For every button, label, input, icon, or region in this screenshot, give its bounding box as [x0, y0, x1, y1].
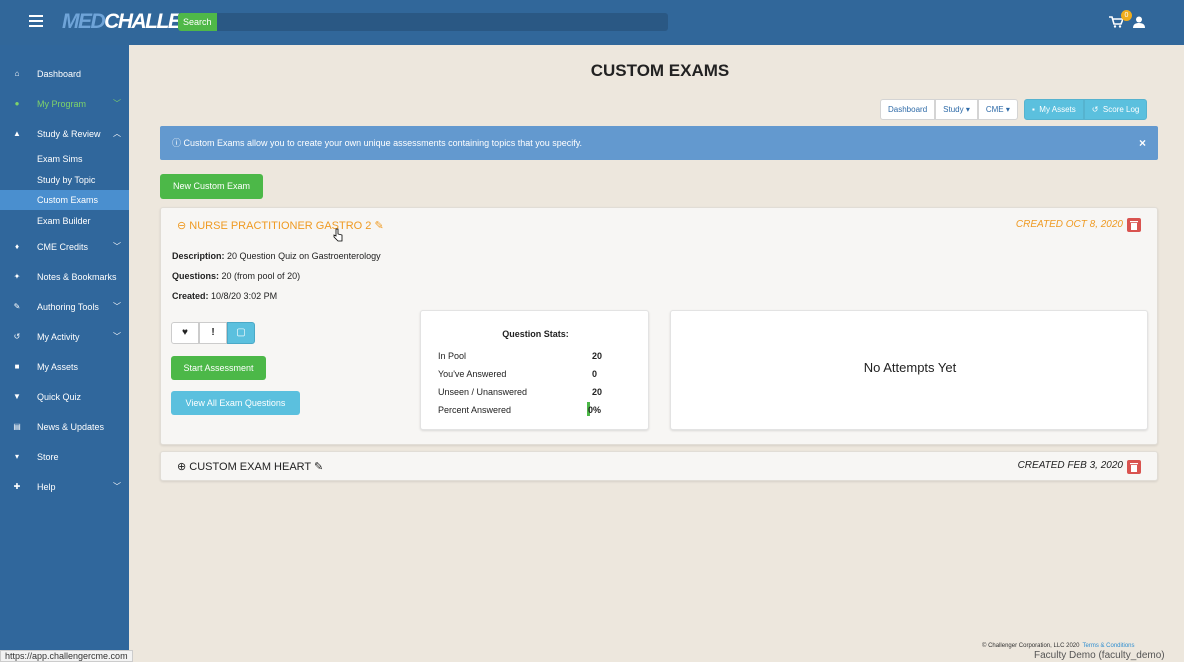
exam-description: Description: 20 Question Quiz on Gastroe…: [172, 251, 381, 261]
cart-count-badge: 0: [1121, 10, 1132, 21]
stat-value: 0: [592, 369, 598, 379]
sidebar-subitem-exam-builder[interactable]: Exam Builder: [0, 211, 129, 231]
sidebar-item-authoring-tools[interactable]: ✎ Authoring Tools ﹀: [0, 297, 129, 317]
book-icon: ■: [14, 362, 20, 371]
history-icon: ↺: [1091, 105, 1099, 114]
user-icon[interactable]: [1133, 16, 1145, 28]
created-date: CREATED OCT 8, 2020: [1015, 219, 1123, 230]
terms-link[interactable]: Terms & Conditions: [1082, 643, 1134, 649]
sidebar-item-cme-credits[interactable]: ♦ CME Credits ﹀: [0, 237, 129, 257]
stat-value: 20: [592, 387, 603, 397]
sidebar-item-my-activity[interactable]: ↺ My Activity ﹀: [0, 327, 129, 347]
trophy-icon: ▼: [13, 392, 21, 401]
heart-icon: ♥: [182, 327, 188, 338]
exam-title-toggle[interactable]: ⊕ CUSTOM EXAM HEART ✎: [177, 460, 323, 473]
exam-title-toggle[interactable]: ⊖ NURSE PRACTITIONER GASTRO 2 ✎: [177, 219, 384, 232]
sidebar-item-study-review[interactable]: ▲ Study & Review ︿: [0, 124, 129, 144]
page-title: CUSTOM EXAMS: [590, 61, 730, 80]
chevron-down-icon: ﹀: [113, 302, 121, 311]
trash-icon[interactable]: [1127, 460, 1141, 474]
attempts-panel: No Attempts Yet: [670, 310, 1148, 430]
note-button[interactable]: ▢: [227, 322, 255, 344]
menu-icon[interactable]: [29, 15, 43, 27]
stats-title: Question Stats:: [502, 329, 569, 339]
stat-label: Percent Answered: [438, 405, 512, 415]
cme-dropdown[interactable]: CME ▾: [977, 99, 1018, 120]
status-url: https://app.challengercme.com: [0, 650, 133, 662]
plus-circle-icon: ⊕: [177, 461, 187, 473]
ambulance-icon: ✚: [13, 482, 21, 491]
pin-icon: ✦: [13, 272, 21, 281]
stat-label: You've Answered: [438, 369, 507, 379]
favorite-button[interactable]: ♥: [171, 322, 199, 344]
dashboard-button[interactable]: Dashboard: [880, 99, 936, 120]
search-input[interactable]: [178, 13, 668, 31]
trash-icon[interactable]: [1127, 218, 1141, 232]
chevron-down-icon: ﹀: [113, 332, 121, 341]
sidebar-item-store[interactable]: ▾ Store: [0, 447, 129, 467]
book-icon: ▪: [1032, 105, 1035, 114]
users-icon: ●: [14, 99, 20, 108]
start-assessment-button[interactable]: Start Assessment: [171, 356, 266, 380]
edit-icon: ✎: [13, 302, 21, 311]
created-date: CREATED FEB 3, 2020: [1017, 460, 1123, 471]
sidebar-item-dashboard[interactable]: ⌂ Dashboard: [0, 64, 129, 84]
sidebar-subitem-custom-exams[interactable]: Custom Exams: [0, 190, 129, 210]
exam-questions: Questions: 20 (from pool of 20): [172, 271, 301, 281]
hand-cursor-icon: [333, 228, 343, 242]
stat-value: 0%: [588, 405, 602, 415]
flag-button[interactable]: !: [199, 322, 227, 344]
history-icon: ↺: [13, 332, 21, 341]
copyright: © Challenger Corporation, LLC 2020 Terms …: [982, 643, 1135, 649]
top-bar: MEDCHALLENGER Search 0: [0, 0, 1184, 45]
study-dropdown[interactable]: Study ▾: [935, 99, 978, 120]
note-icon: ▢: [236, 327, 246, 338]
exclamation-icon: !: [211, 327, 215, 338]
sidebar-item-notes-bookmarks[interactable]: ✦ Notes & Bookmarks: [0, 267, 129, 287]
stat-label: In Pool: [438, 351, 467, 361]
pencil-icon[interactable]: ✎: [314, 461, 323, 473]
exam-created: Created: 10/8/20 3:02 PM: [172, 291, 278, 301]
chevron-down-icon: ﹀: [113, 242, 121, 251]
info-icon: ⓘ: [172, 138, 182, 148]
score-log-button[interactable]: ↺ Score Log: [1083, 99, 1148, 120]
sidebar-item-news-updates[interactable]: ▤ News & Updates: [0, 417, 129, 437]
chevron-up-icon: ︿: [113, 129, 121, 138]
sidebar-item-quick-quiz[interactable]: ▼ Quick Quiz: [0, 387, 129, 407]
close-icon[interactable]: ×: [1139, 126, 1146, 160]
pencil-icon[interactable]: ✎: [374, 220, 383, 232]
sidebar-item-my-assets[interactable]: ■ My Assets: [0, 357, 129, 377]
sidebar-item-help[interactable]: ✚ Help ﹀: [0, 477, 129, 497]
home-icon: ⌂: [14, 69, 20, 78]
bell-icon: ♦: [14, 242, 20, 251]
stat-label: Unseen / Unanswered: [438, 387, 528, 397]
question-stats-panel: Question Stats: In Pool 20 You've Answer…: [420, 310, 649, 430]
user-label: Faculty Demo (faculty_demo): [1034, 650, 1165, 661]
info-alert: ⓘ Custom Exams allow you to create your …: [160, 126, 1158, 160]
newspaper-icon: ▤: [13, 422, 21, 431]
my-assets-button[interactable]: ▪ My Assets: [1024, 99, 1084, 120]
new-custom-exam-button[interactable]: New Custom Exam: [160, 174, 263, 199]
nav-button-group: Dashboard Study ▾ CME ▾: [880, 99, 1018, 120]
cart-icon: ▾: [14, 452, 19, 461]
search-button[interactable]: Search: [178, 13, 217, 31]
chevron-down-icon: ﹀: [113, 482, 121, 491]
sidebar: ⌂ Dashboard ● My Program ﹀ ▲ Study & Review ︿…: [0, 45, 129, 662]
sidebar-subitem-exam-sims[interactable]: Exam Sims: [0, 149, 129, 169]
graduation-cap-icon: ▲: [13, 129, 21, 138]
assets-button-group: ▪ My Assets ↺ Score Log: [1024, 99, 1148, 120]
minus-circle-icon: ⊖: [177, 220, 187, 232]
sidebar-item-my-program[interactable]: ● My Program ﹀: [0, 94, 129, 114]
no-attempts-text: No Attempts Yet: [863, 360, 957, 375]
exam-card: ⊕ CUSTOM EXAM HEART ✎ CREATED FEB 3, 202…: [160, 451, 1158, 481]
view-all-questions-button[interactable]: View All Exam Questions: [171, 391, 300, 415]
chevron-down-icon: ﹀: [113, 99, 121, 108]
stat-value: 20: [592, 351, 603, 361]
sidebar-subitem-study-by-topic[interactable]: Study by Topic: [0, 170, 129, 190]
